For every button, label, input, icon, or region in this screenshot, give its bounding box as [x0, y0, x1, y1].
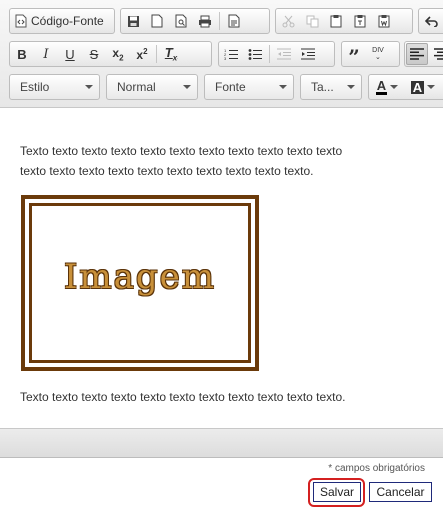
- align-center-button[interactable]: [430, 43, 443, 65]
- bold-button[interactable]: B: [11, 43, 33, 65]
- toolbar-separator: [269, 45, 270, 63]
- remove-format-button[interactable]: Tx: [160, 43, 182, 65]
- new-page-button[interactable]: [146, 10, 168, 32]
- image-caption: Imagem: [63, 257, 217, 297]
- paste-word-button[interactable]: [373, 10, 395, 32]
- source-label: Código-Fonte: [31, 14, 104, 28]
- scissors-icon: [282, 15, 295, 28]
- outdent-icon: [277, 48, 291, 60]
- preview-button[interactable]: [170, 10, 192, 32]
- preview-icon: [175, 14, 187, 28]
- chevron-down-icon: [390, 85, 399, 89]
- templates-button[interactable]: [223, 10, 245, 32]
- print-icon: [198, 15, 212, 28]
- align-left-button[interactable]: [406, 43, 428, 65]
- chevron-down-icon: [347, 85, 355, 89]
- blockquote-button[interactable]: ”: [343, 43, 365, 69]
- underline-icon: U: [65, 46, 75, 62]
- history-group: [418, 8, 443, 34]
- strike-button[interactable]: S: [83, 43, 105, 65]
- block-group: ” DIV ⌄: [341, 41, 400, 67]
- numbered-list-button[interactable]: 123: [220, 43, 242, 65]
- source-icon: [15, 14, 27, 28]
- italic-button[interactable]: I: [35, 43, 57, 65]
- styles-dropdown-label: Estilo: [20, 80, 50, 94]
- rich-text-editor: Código-Fonte B I U S x2 x2 Tx 1 2 3 ” DI…: [0, 0, 443, 458]
- toolbar-separator: [156, 45, 157, 63]
- indent-icon: [301, 48, 315, 60]
- editor-content-area[interactable]: Texto texto texto texto texto texto text…: [0, 108, 443, 428]
- bulleted-list-button[interactable]: [244, 43, 266, 65]
- list-indent-group: 123: [218, 41, 335, 67]
- copy-button[interactable]: [301, 10, 323, 32]
- paste-text-icon: [354, 14, 366, 28]
- align-group: [404, 41, 443, 67]
- embedded-image[interactable]: Imagem: [21, 195, 259, 371]
- format-dropdown-label: Normal: [117, 80, 156, 94]
- save-button[interactable]: Salvar: [313, 482, 361, 502]
- remove-format-icon: Tx: [164, 45, 178, 63]
- text-color-button[interactable]: A: [370, 76, 404, 98]
- new-page-icon: [151, 14, 163, 28]
- editor-status-bar: [0, 428, 443, 457]
- font-dropdown[interactable]: Fonte: [204, 74, 294, 100]
- copy-icon: [306, 15, 319, 28]
- div-icon: DIV ⌄: [372, 47, 384, 61]
- paste-button[interactable]: [325, 10, 347, 32]
- outdent-button[interactable]: [273, 43, 295, 65]
- editor-toolbar: Código-Fonte B I U S x2 x2 Tx 1 2 3 ” DI…: [0, 0, 443, 108]
- clipboard-icon: [330, 14, 342, 28]
- save-document-button[interactable]: [122, 10, 144, 32]
- document-group: [120, 8, 270, 34]
- format-dropdown[interactable]: Normal: [106, 74, 198, 100]
- undo-button[interactable]: [420, 10, 442, 32]
- indent-button[interactable]: [297, 43, 319, 65]
- align-center-icon: [434, 48, 443, 60]
- background-color-icon: A: [410, 79, 425, 95]
- toolbar-separator: [219, 12, 220, 30]
- print-button[interactable]: [194, 10, 216, 32]
- chevron-down-icon: [183, 85, 191, 89]
- superscript-icon: x2: [136, 46, 148, 62]
- quote-icon: ”: [348, 45, 360, 69]
- styles-dropdown[interactable]: Estilo: [9, 74, 100, 100]
- required-fields-note: * campos obrigatórios: [328, 463, 425, 474]
- align-left-icon: [410, 48, 424, 60]
- italic-icon: I: [43, 46, 49, 62]
- basic-styles-group: B I U S x2 x2 Tx: [9, 41, 212, 67]
- superscript-button[interactable]: x2: [131, 43, 153, 65]
- paragraph-1-line-1: Texto texto texto texto texto texto text…: [20, 144, 343, 158]
- cancel-button[interactable]: Cancelar: [369, 482, 432, 502]
- paragraph-1-line-2: texto texto texto texto texto texto text…: [20, 164, 314, 178]
- colors-group: A A: [368, 74, 443, 100]
- clipboard-group: [275, 8, 413, 34]
- floppy-icon: [127, 15, 140, 28]
- underline-button[interactable]: U: [59, 43, 81, 65]
- chevron-down-icon: [85, 85, 93, 89]
- font-size-dropdown-label: Ta...: [311, 80, 334, 94]
- text-color-icon: A: [375, 77, 388, 95]
- templates-icon: [228, 14, 240, 28]
- svg-text:3: 3: [224, 56, 227, 60]
- chevron-down-icon: [279, 85, 287, 89]
- bold-icon: B: [17, 46, 27, 62]
- source-button[interactable]: Código-Fonte: [11, 10, 108, 32]
- subscript-button[interactable]: x2: [107, 43, 129, 65]
- source-group: Código-Fonte: [9, 8, 115, 34]
- cut-button[interactable]: [277, 10, 299, 32]
- strikethrough-icon: S: [89, 46, 99, 62]
- chevron-down-icon: [427, 85, 436, 89]
- bulleted-list-icon: [248, 48, 262, 60]
- subscript-icon: x2: [112, 45, 124, 63]
- paste-text-button[interactable]: [349, 10, 371, 32]
- font-dropdown-label: Fonte: [215, 80, 246, 94]
- background-color-button[interactable]: A: [406, 76, 440, 98]
- font-size-dropdown[interactable]: Ta...: [300, 74, 362, 100]
- paste-word-icon: [378, 14, 390, 28]
- undo-icon: [424, 15, 438, 27]
- create-div-button[interactable]: DIV ⌄: [367, 43, 389, 65]
- paragraph-2: Texto texto texto texto texto texto text…: [20, 390, 346, 404]
- numbered-list-icon: 123: [224, 48, 238, 60]
